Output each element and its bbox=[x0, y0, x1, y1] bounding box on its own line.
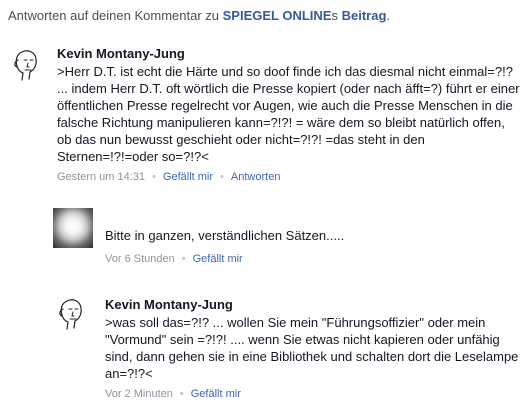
sketch-face-icon[interactable] bbox=[8, 46, 42, 84]
comment-2-author[interactable] bbox=[105, 210, 205, 217]
separator-dot: • bbox=[220, 171, 224, 183]
comment-1-like-button[interactable]: Gefällt mir bbox=[163, 171, 213, 183]
separator-dot: • bbox=[179, 388, 184, 400]
photo-avatar-icon[interactable] bbox=[53, 208, 93, 248]
comment-2-body: Bitte in ganzen, verständlichen Sätzen..… bbox=[105, 220, 520, 266]
comment-1-time[interactable]: Gestern um 14:31 bbox=[57, 171, 145, 183]
separator-dot: • bbox=[181, 253, 186, 265]
sketch-face-icon[interactable] bbox=[53, 295, 87, 333]
comment-3-like-button[interactable]: Gefällt mir bbox=[191, 388, 241, 400]
page-link[interactable]: SPIEGEL ONLINE bbox=[223, 8, 332, 23]
comment-3-time[interactable]: Vor 2 Minuten bbox=[105, 388, 173, 400]
comment-3-body: Kevin Montany-Jung >was soll das=?!? ...… bbox=[105, 296, 522, 401]
comment-1-reply-button[interactable]: Antworten bbox=[231, 171, 281, 183]
comment-2-time[interactable]: Vor 6 Stunden bbox=[105, 253, 175, 265]
comment-1-author[interactable]: Kevin Montany-Jung bbox=[57, 45, 522, 62]
header-possessive: s bbox=[331, 8, 342, 23]
separator-dot: • bbox=[152, 171, 156, 183]
comment-1-body: Kevin Montany-Jung >Herr D.T. ist echt d… bbox=[57, 45, 522, 184]
comment-3-author[interactable]: Kevin Montany-Jung bbox=[105, 296, 522, 313]
comment-3-text: >was soll das=?!? ... wollen Sie mein "F… bbox=[105, 315, 519, 381]
comment-2-like-button[interactable]: Gefällt mir bbox=[193, 253, 243, 265]
comment-2-meta: Vor 6 Stunden • Gefällt mir bbox=[105, 252, 520, 266]
header-suffix: . bbox=[386, 8, 391, 23]
post-link[interactable]: Beitrag bbox=[342, 8, 387, 23]
comment-1-meta: Gestern um 14:31 • Gefällt mir • Antworten bbox=[57, 170, 522, 184]
header-prefix: Antworten auf deinen Kommentar zu bbox=[8, 8, 223, 23]
notification-header: Antworten auf deinen Kommentar zu SPIEGE… bbox=[8, 8, 390, 23]
comment-1-text: >Herr D.T. ist echt die Härte und so doo… bbox=[57, 64, 520, 164]
comment-3-meta: Vor 2 Minuten • Gefällt mir bbox=[105, 387, 522, 401]
comment-2-text: Bitte in ganzen, verständlichen Sätzen..… bbox=[105, 228, 345, 243]
